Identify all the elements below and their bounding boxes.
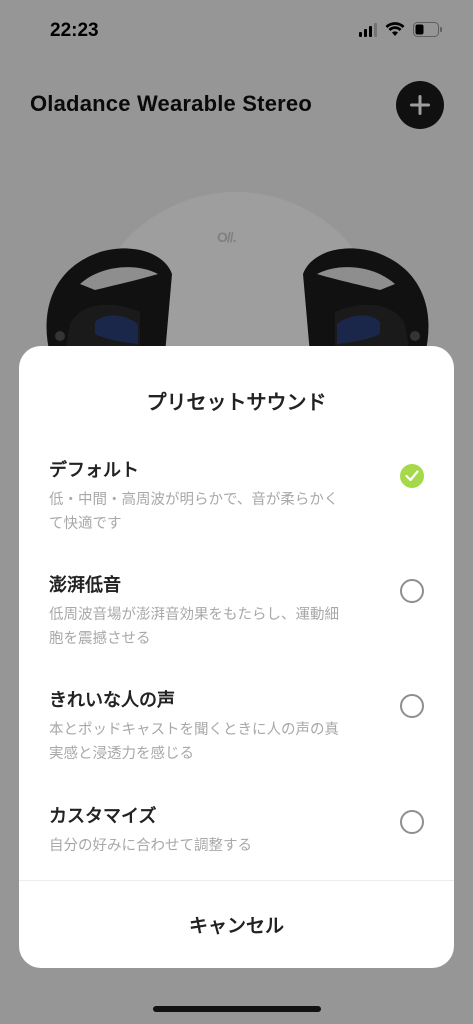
option-description-line: 本とポッドキャストを聞くときに人の声の真 bbox=[49, 722, 339, 738]
option-description-line: 実感と浸透力を感じる bbox=[49, 746, 194, 762]
option-deep-bass[interactable]: 澎湃低音 低周波音場が澎湃音効果をもたらし、運動細 胞を震撼させる bbox=[19, 571, 454, 681]
option-description-line: 低周波音場が澎湃音効果をもたらし、運動細 bbox=[49, 607, 339, 623]
option-title: 澎湃低音 bbox=[49, 575, 121, 596]
check-icon bbox=[405, 470, 419, 482]
option-description: 自分の好みに合わせて調整する bbox=[49, 834, 394, 858]
cancel-button[interactable]: キャンセル bbox=[19, 881, 454, 968]
option-description-line: 自分の好みに合わせて調整する bbox=[49, 838, 252, 854]
option-description-line: 胞を震撼させる bbox=[49, 631, 151, 647]
option-title: デフォルト bbox=[49, 460, 139, 481]
option-description-line: て快適です bbox=[49, 516, 122, 532]
radio-deep-bass[interactable] bbox=[400, 579, 424, 603]
option-description: 低周波音場が澎湃音効果をもたらし、運動細 胞を震撼させる bbox=[49, 603, 394, 651]
option-default[interactable]: デフォルト 低・中間・高周波が明らかで、音が柔らかく て快適です bbox=[19, 456, 454, 566]
radio-default-selected[interactable] bbox=[400, 464, 424, 488]
option-description: 低・中間・高周波が明らかで、音が柔らかく て快適です bbox=[49, 488, 394, 536]
home-indicator[interactable] bbox=[153, 1006, 321, 1012]
preset-sound-sheet: プリセットサウンド デフォルト 低・中間・高周波が明らかで、音が柔らかく て快適… bbox=[19, 346, 454, 968]
radio-clear-voice[interactable] bbox=[400, 694, 424, 718]
option-title: きれいな人の声 bbox=[49, 690, 175, 711]
option-description-line: 低・中間・高周波が明らかで、音が柔らかく bbox=[49, 492, 339, 508]
option-title: カスタマイズ bbox=[49, 806, 157, 827]
option-description: 本とポッドキャストを聞くときに人の声の真 実感と浸透力を感じる bbox=[49, 718, 394, 766]
option-clear-voice[interactable]: きれいな人の声 本とポッドキャストを聞くときに人の声の真 実感と浸透力を感じる bbox=[19, 686, 454, 796]
radio-customize[interactable] bbox=[400, 810, 424, 834]
sheet-title: プリセットサウンド bbox=[146, 390, 327, 414]
